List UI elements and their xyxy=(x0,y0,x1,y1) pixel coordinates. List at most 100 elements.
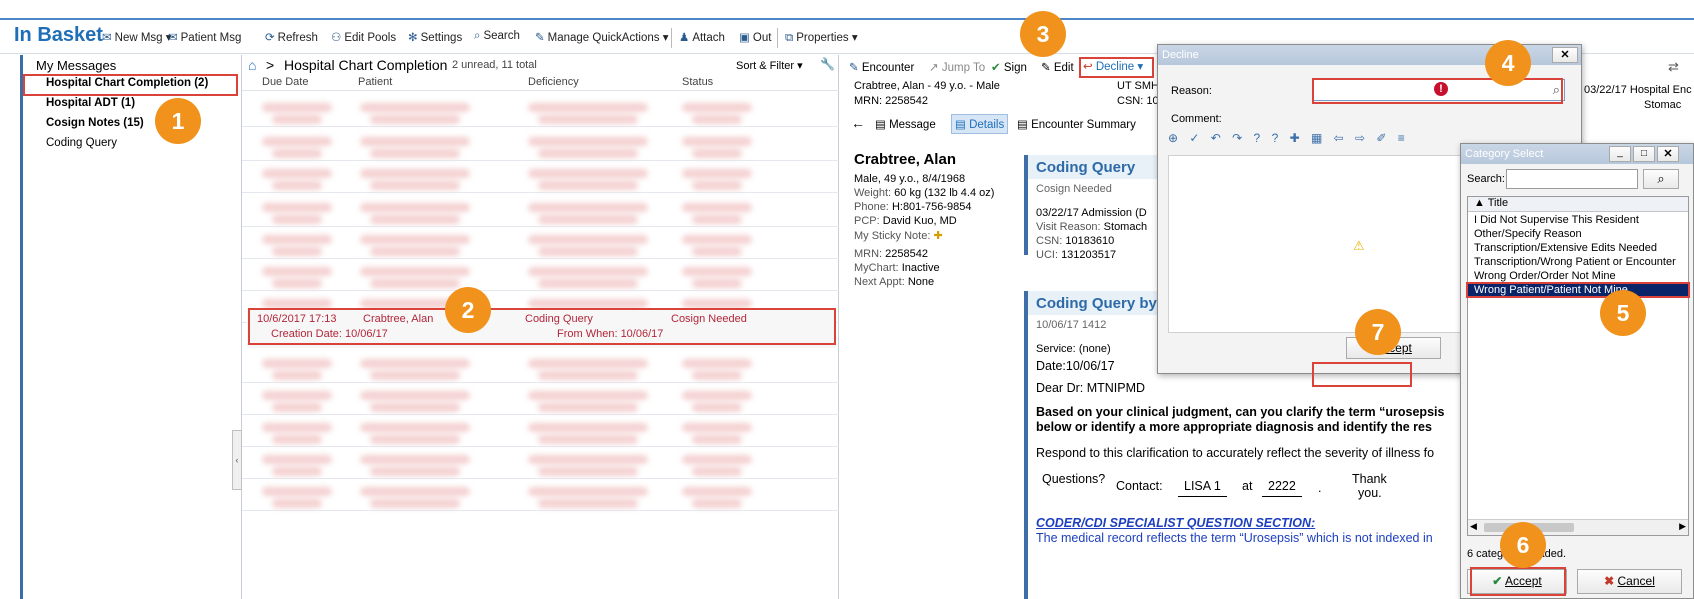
redacted-text xyxy=(538,499,638,508)
callout-7: 7 xyxy=(1355,309,1401,355)
redacted-text xyxy=(272,149,322,158)
my-messages-header: My Messages xyxy=(36,58,117,73)
demographic-value: David Kuo, MD xyxy=(882,215,957,227)
category-item[interactable]: I Did Not Supervise This Resident xyxy=(1474,214,1639,226)
col-deficiency[interactable]: Deficiency xyxy=(528,76,579,88)
category-close-button[interactable]: ✕ xyxy=(1657,146,1679,162)
list-item[interactable] xyxy=(242,259,839,291)
redacted-text xyxy=(692,115,742,124)
category-item[interactable]: Transcription/Wrong Patient or Encounter xyxy=(1474,256,1676,268)
col-due-date[interactable]: Due Date xyxy=(262,76,308,88)
category-hscrollbar[interactable]: ◀ ▶ xyxy=(1468,519,1688,535)
edit-button[interactable]: ✎ Edit xyxy=(1041,60,1074,74)
list-item[interactable] xyxy=(242,383,839,415)
redacted-text xyxy=(370,403,460,412)
toolbar-settings-button[interactable]: ✻ Settings xyxy=(408,30,462,44)
home-icon[interactable]: ⌂ xyxy=(248,57,256,73)
toolbar-label: Manage QuickActions ▾ xyxy=(547,32,669,44)
category-cancel-button[interactable]: ✖ Cancel xyxy=(1577,569,1682,594)
toolbar-out-button[interactable]: ▣ Out xyxy=(739,30,771,44)
scroll-left-icon[interactable]: ◀ xyxy=(1470,521,1477,532)
category-item[interactable]: Transcription/Extensive Edits Needed xyxy=(1474,242,1657,254)
callout-4: 4 xyxy=(1485,40,1531,86)
row-divider xyxy=(242,192,839,193)
toolbar-separator xyxy=(671,28,672,48)
list-item[interactable] xyxy=(242,479,839,511)
collapse-handle[interactable]: ‹ xyxy=(232,430,242,490)
pane-accent-bar xyxy=(20,55,23,599)
sort-filter-button[interactable]: Sort & Filter ▾ xyxy=(736,59,803,72)
redacted-text xyxy=(360,203,470,212)
jump-icon: ↗ xyxy=(929,62,939,74)
callout-1: 1 xyxy=(155,98,201,144)
encounter-sub: Stomac xyxy=(1644,99,1682,111)
encounter-icon: ✎ xyxy=(849,62,859,74)
category-item[interactable]: Wrong Patient/Patient Not Mine xyxy=(1466,282,1690,298)
list-item[interactable] xyxy=(242,351,839,383)
comment-editor-toolbar[interactable]: ⊕ ✓ ↶ ↷ ? ? ✚ ▦ ⇦ ⇨ ✐ ≡ xyxy=(1168,131,1458,153)
list-item[interactable] xyxy=(242,415,839,447)
list-item[interactable] xyxy=(242,195,839,227)
expand-icon[interactable]: ⇄ xyxy=(1668,59,1679,75)
detail-tab-row: ← ▤ Message ▤ Details ▤ Encounter Summar… xyxy=(839,113,1139,134)
redacted-text xyxy=(682,137,752,146)
toolbar-refresh-button[interactable]: ⟳ Refresh xyxy=(265,30,318,44)
list-item[interactable] xyxy=(242,447,839,479)
folder-item[interactable]: Cosign Notes (15) xyxy=(46,117,144,129)
maximize-button[interactable]: □ xyxy=(1633,146,1655,162)
column-header-row: Due Date Patient Deficiency Status xyxy=(242,75,839,91)
sign-button[interactable]: ✔ Sign xyxy=(991,60,1027,74)
redacted-text xyxy=(370,435,460,444)
toolbar-properties-button[interactable]: ⧉ Properties ▾ xyxy=(785,30,858,45)
list-item[interactable] xyxy=(242,129,839,161)
toolbar-patient-msg-button[interactable]: ✉ Patient Msg xyxy=(168,30,241,44)
category-item[interactable]: Other/Specify Reason xyxy=(1474,228,1582,240)
redacted-text xyxy=(262,235,332,244)
encounter-button[interactable]: ✎ Encounter xyxy=(849,60,914,74)
toolbar-attach-button[interactable]: ♟ Attach xyxy=(679,30,725,44)
demographic-label: Next Appt: xyxy=(854,276,905,288)
decline-close-button[interactable]: ✕ xyxy=(1552,47,1578,63)
card-csn: CSN: 10183610 xyxy=(1036,235,1115,247)
redacted-text xyxy=(360,487,470,496)
redacted-text xyxy=(682,103,752,112)
tab-encounter-summary[interactable]: ▤ Encounter Summary xyxy=(1017,117,1136,131)
tab-message[interactable]: ▤ Message xyxy=(875,117,936,131)
list-item[interactable] xyxy=(242,227,839,259)
toolbar-new-msg-button[interactable]: ✉ New Msg ▾ xyxy=(102,30,172,44)
folder-item[interactable]: Coding Query xyxy=(46,137,117,149)
list-item[interactable] xyxy=(242,95,839,127)
sort-up-icon: ▲ xyxy=(1474,197,1485,209)
category-column-header[interactable]: ▲ Title xyxy=(1468,197,1688,212)
category-item[interactable]: Wrong Order/Order Not Mine xyxy=(1474,270,1616,282)
demographic-label: Weight: xyxy=(854,187,892,199)
redacted-text xyxy=(528,487,648,496)
redacted-text xyxy=(262,203,332,212)
category-search-input[interactable] xyxy=(1506,169,1638,189)
toolbar-pools-button[interactable]: ⚇ Edit Pools xyxy=(331,30,396,44)
redacted-text xyxy=(272,215,322,224)
list-item[interactable] xyxy=(242,161,839,193)
demographic-label: Phone: xyxy=(854,201,889,213)
note-you: you. xyxy=(1358,486,1382,500)
redacted-text xyxy=(370,149,460,158)
wrench-icon[interactable]: 🔧 xyxy=(820,57,835,71)
note-service: Service: (none) xyxy=(1036,343,1111,355)
sticky-note-icon[interactable]: ✚ xyxy=(933,230,942,242)
col-patient[interactable]: Patient xyxy=(358,76,392,88)
col-status[interactable]: Status xyxy=(682,76,713,88)
scroll-right-icon[interactable]: ▶ xyxy=(1679,521,1686,532)
row-divider xyxy=(242,510,839,511)
toolbar-pencil-button[interactable]: ✎ Manage QuickActions ▾ xyxy=(535,30,668,44)
toolbar-separator xyxy=(777,28,778,48)
redacted-text xyxy=(682,359,752,368)
toolbar-search-button[interactable]: ⌕ Search xyxy=(474,30,520,43)
back-arrow-icon[interactable]: ← xyxy=(851,115,865,131)
category-search-button[interactable]: ⌕ xyxy=(1643,169,1679,189)
redacted-text xyxy=(538,467,638,476)
tab-details[interactable]: ▤ Details xyxy=(951,114,1009,134)
folder-item[interactable]: Hospital ADT (1) xyxy=(46,97,135,109)
minimize-button[interactable]: _ xyxy=(1609,146,1631,162)
note-extension: 2222 xyxy=(1262,479,1302,497)
jump-to-button[interactable]: ↗ Jump To xyxy=(929,60,985,74)
